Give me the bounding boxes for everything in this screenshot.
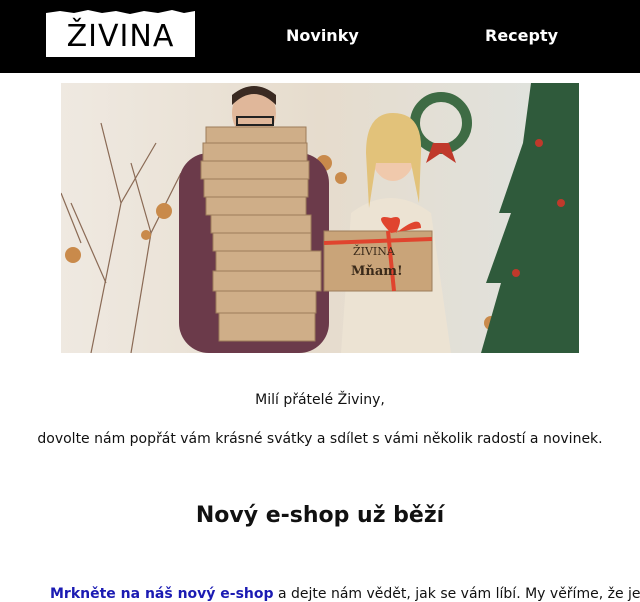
nav-recepty[interactable]: Recepty (485, 26, 558, 45)
logo-text: ŽIVINA (66, 19, 175, 54)
logo-torn-edge (46, 8, 195, 14)
stacked-boxes (200, 126, 322, 342)
box-label-brand: ŽIVINA (353, 244, 396, 258)
hero-image: ŽIVINA Mňam! (61, 83, 579, 353)
greeting-text: Milí přátelé Živiny, (255, 392, 385, 408)
header-bar: ŽIVINA Novinky Recepty (0, 0, 640, 73)
nav-novinky[interactable]: Novinky (286, 26, 359, 45)
logo[interactable]: ŽIVINA (46, 8, 195, 57)
section-heading: Nový e-shop už běží (195, 503, 445, 528)
intro-text: dovolte nám popřát vám krásné svátky a s… (37, 431, 603, 447)
box-label-text: Mňam! (351, 264, 403, 279)
